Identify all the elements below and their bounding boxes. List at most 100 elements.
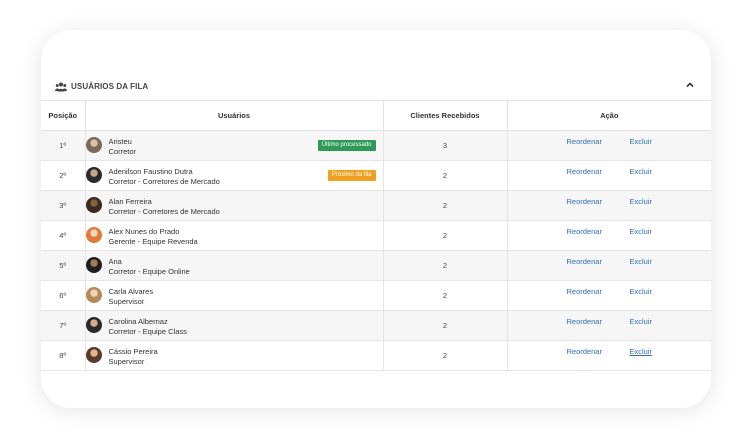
reorder-link[interactable]: Reordenar [567, 167, 602, 176]
position-cell: 6º [41, 280, 86, 311]
reorder-link[interactable]: Reordenar [567, 227, 602, 236]
actions-cell: Reordenar Excluir [506, 160, 711, 191]
position-cell: 8º [41, 340, 86, 371]
table-row: 7º Carolina Albernaz Corretor - Equipe C… [41, 310, 711, 341]
user-cell: Alex Nunes do Prado Gerente - Equipe Rev… [84, 220, 384, 251]
user-role: Corretor - Corretores de Mercado [108, 207, 220, 216]
delete-link[interactable]: Excluir [630, 197, 653, 206]
user-name: Cássio Pereira [108, 347, 158, 356]
table-row: 4º Alex Nunes do Prado Gerente - Equipe … [41, 220, 711, 251]
position-value: 6º [59, 291, 67, 300]
user-role: Supervisor [108, 297, 145, 306]
column-header-action: Ação [506, 100, 711, 131]
delete-link[interactable]: Excluir [630, 347, 653, 356]
user-cell: Carolina Albernaz Corretor - Equipe Clas… [84, 310, 384, 341]
column-header-clients: Clientes Recebidos [382, 100, 508, 131]
position-value: 2º [59, 171, 67, 180]
user-cell: Carla Alvares Supervisor [84, 280, 384, 311]
delete-link[interactable]: Excluir [630, 317, 653, 326]
actions-cell: Reordenar Excluir [506, 310, 711, 341]
actions-cell: Reordenar Excluir [506, 190, 711, 221]
user-role: Supervisor [108, 357, 145, 366]
reorder-link[interactable]: Reordenar [567, 137, 602, 146]
position-cell: 1º [41, 130, 86, 161]
user-role: Gerente - Equipe Revenda [108, 237, 198, 246]
column-header-position: Posição [41, 100, 86, 131]
clients-value: 2 [442, 171, 448, 180]
position-cell: 7º [41, 310, 86, 341]
position-value: 4º [59, 231, 67, 240]
position-value: 7º [59, 321, 67, 330]
column-header-users: Usuários [84, 100, 384, 131]
clients-value: 2 [442, 291, 448, 300]
avatar [85, 137, 102, 153]
reorder-link[interactable]: Reordenar [567, 257, 602, 266]
position-value: 5º [59, 261, 67, 270]
clients-cell: 2 [382, 310, 508, 341]
reorder-link[interactable]: Reordenar [567, 197, 602, 206]
delete-link[interactable]: Excluir [630, 287, 653, 296]
user-role: Corretor - Equipe Online [108, 267, 190, 276]
actions-cell: Reordenar Excluir [506, 130, 711, 161]
queue-table: Posição Usuários Clientes Recebidos Ação… [41, 100, 711, 371]
clients-value: 2 [442, 321, 448, 330]
position-cell: 4º [41, 220, 86, 251]
avatar [85, 257, 102, 273]
user-name: Alan Ferreira [108, 197, 152, 206]
user-name: Adenilson Faustino Dutra [108, 167, 193, 176]
user-name: Aristeu [108, 137, 132, 146]
user-cell: Cássio Pereira Supervisor [84, 340, 384, 371]
clients-value: 3 [442, 141, 448, 150]
user-cell: Alan Ferreira Corretor - Corretores de M… [84, 190, 384, 221]
clients-value: 2 [442, 261, 448, 270]
position-value: 1º [59, 141, 67, 150]
position-value: 3º [59, 201, 67, 210]
clients-cell: 2 [382, 160, 508, 191]
user-name: Alex Nunes do Prado [108, 227, 180, 236]
user-cell: Ana Corretor - Equipe Online [84, 250, 384, 281]
table-row: 2º Adenilson Faustino Dutra Corretor - C… [41, 160, 711, 191]
avatar [85, 197, 102, 213]
clients-value: 2 [442, 231, 448, 240]
user-role: Corretor - Equipe Class [108, 327, 187, 336]
reorder-link[interactable]: Reordenar [567, 287, 602, 296]
user-cell: Aristeu Corretor Último processado [84, 130, 384, 161]
queue-card: USUÁRIOS DA FILA Posição Usuários Client… [41, 30, 711, 408]
table-row: 3º Alan Ferreira Corretor - Corretores d… [41, 190, 711, 221]
user-name: Carolina Albernaz [108, 317, 168, 326]
avatar [85, 287, 102, 303]
reorder-link[interactable]: Reordenar [567, 317, 602, 326]
position-cell: 2º [41, 160, 86, 191]
status-badge: Próximo da fila [327, 170, 376, 181]
avatar [85, 317, 102, 333]
clients-cell: 2 [382, 220, 508, 251]
delete-link[interactable]: Excluir [630, 257, 653, 266]
table-row: 5º Ana Corretor - Equipe Online 2 Reorde… [41, 250, 711, 281]
actions-cell: Reordenar Excluir [506, 250, 711, 281]
actions-cell: Reordenar Excluir [506, 220, 711, 251]
delete-link[interactable]: Excluir [630, 137, 653, 146]
reorder-link[interactable]: Reordenar [567, 347, 602, 356]
clients-value: 2 [442, 201, 448, 210]
user-name: Carla Alvares [108, 287, 154, 296]
delete-link[interactable]: Excluir [630, 167, 653, 176]
position-value: 8º [59, 351, 67, 360]
table-body: 1º Aristeu Corretor Último processado 3 … [41, 130, 711, 371]
actions-cell: Reordenar Excluir [506, 340, 711, 371]
clients-cell: 2 [382, 250, 508, 281]
clients-cell: 2 [382, 340, 508, 371]
table-row: 6º Carla Alvares Supervisor 2 Reordenar … [41, 280, 711, 311]
user-role: Corretor - Corretores de Mercado [108, 177, 220, 186]
delete-link[interactable]: Excluir [630, 227, 653, 236]
user-cell: Adenilson Faustino Dutra Corretor - Corr… [84, 160, 384, 191]
position-cell: 5º [41, 250, 86, 281]
clients-cell: 2 [382, 190, 508, 221]
section-header: USUÁRIOS DA FILA [41, 78, 711, 100]
clients-value: 2 [442, 351, 448, 360]
position-cell: 3º [41, 190, 86, 221]
table-row: 8º Cássio Pereira Supervisor 2 Reordenar… [41, 340, 711, 371]
clients-cell: 2 [382, 280, 508, 311]
actions-cell: Reordenar Excluir [506, 280, 711, 311]
users-icon [55, 82, 67, 92]
chevron-up-icon[interactable] [685, 80, 695, 90]
